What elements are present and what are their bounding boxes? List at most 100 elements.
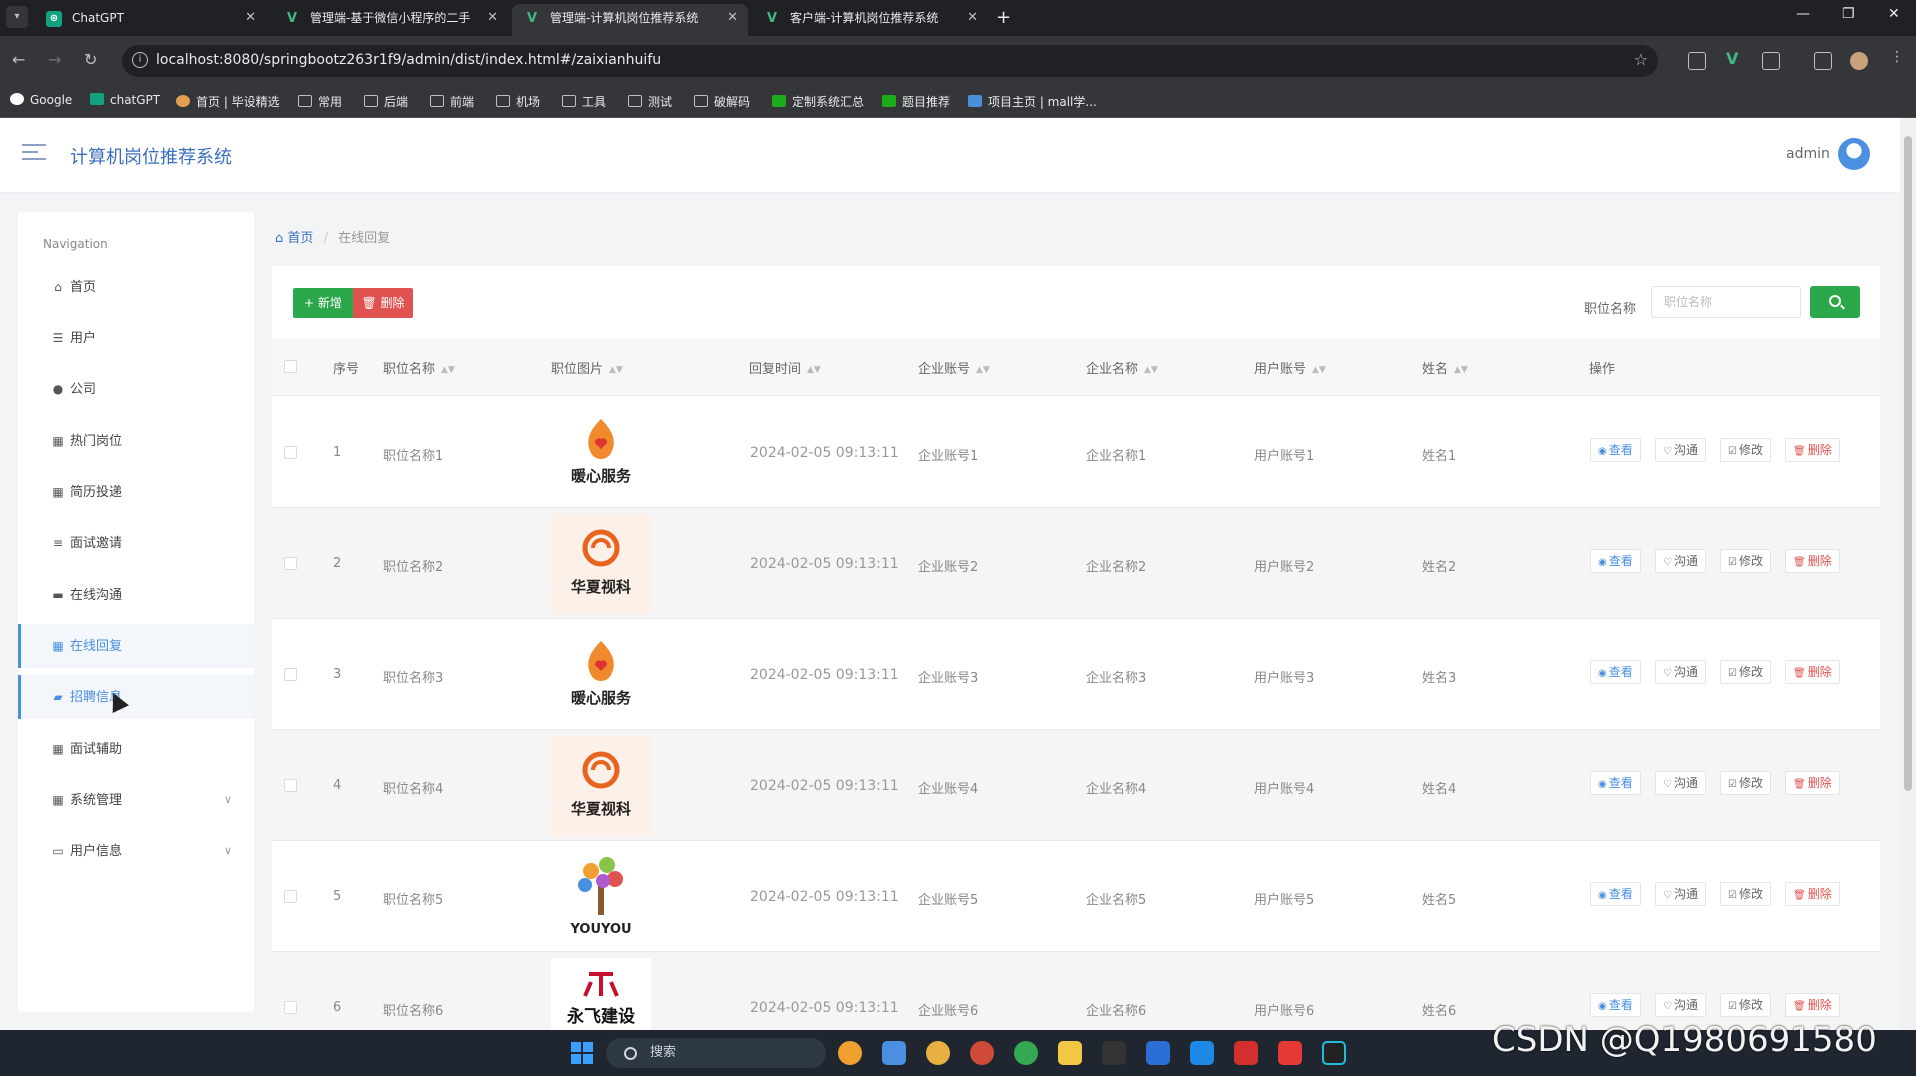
sidebar-item-home[interactable]: ⌂ 首页 [18,265,254,309]
sidebar-item-online-reply[interactable]: ▦ 在线回复 [18,624,254,668]
ide-icon[interactable] [1322,1041,1346,1065]
edit-button[interactable]: ☑ 修改 [1720,549,1771,573]
profile-avatar[interactable] [1850,52,1868,70]
column-header-company-account[interactable]: 企业账号 ▲▼ [918,358,990,377]
sort-icon[interactable]: ▲▼ [976,365,990,375]
column-header-company-name[interactable]: 企业名称 ▲▼ [1086,358,1158,377]
browser-tab-client-job[interactable]: V 客户端-计算机岗位推荐系统 ✕ [752,4,988,36]
new-tab-button[interactable]: + [996,4,1011,32]
sidebar-item-user-info[interactable]: ▭ 用户信息 ∨ [18,829,254,873]
sort-icon[interactable]: ▲▼ [1144,365,1158,375]
vue-devtools-icon[interactable]: V [1726,49,1744,68]
view-button[interactable]: ◉ 查看 [1590,993,1641,1017]
current-user-name[interactable]: admin [1786,146,1830,162]
bookmark-chatgpt[interactable]: chatGPT [90,93,160,107]
sort-icon[interactable]: ▲▼ [807,365,821,375]
view-button[interactable]: ◉ 查看 [1590,660,1641,684]
app-icon[interactable] [882,1041,906,1065]
sidebar-item-online-chat[interactable]: ▬ 在线沟通 [18,573,254,617]
chat-button[interactable]: ♡ 沟通 [1655,993,1706,1017]
bookmark-custom-systems[interactable]: 定制系统汇总 [772,93,864,110]
sort-icon[interactable]: ▲▼ [441,365,455,375]
row-checkbox[interactable] [284,668,297,681]
delete-button[interactable]: 🗑 删除 [1785,882,1840,906]
app-icon[interactable] [926,1041,950,1065]
sort-icon[interactable]: ▲▼ [609,365,623,375]
select-all-checkbox[interactable] [284,360,297,373]
batch-delete-button[interactable]: 🗑 删除 [353,288,413,318]
tab-search-icon[interactable]: ▾ [6,6,28,28]
row-checkbox[interactable] [284,446,297,459]
close-tab-icon[interactable]: ✕ [967,4,978,32]
column-header-name[interactable]: 姓名 ▲▼ [1422,358,1468,377]
edit-button[interactable]: ☑ 修改 [1720,882,1771,906]
search-input[interactable] [1651,286,1801,318]
view-button[interactable]: ◉ 查看 [1590,438,1641,462]
puzzle-extensions-icon[interactable] [1762,52,1780,70]
sidebar-item-resume[interactable]: ▦ 简历投递 [18,470,254,514]
site-info-icon[interactable]: i [132,52,148,68]
row-checkbox[interactable] [284,779,297,792]
browser-menu-icon[interactable]: ⋮ [1890,49,1908,67]
bookmark-folder-common[interactable]: 常用 [298,93,342,110]
column-header-user-account[interactable]: 用户账号 ▲▼ [1254,358,1326,377]
bookmark-google[interactable]: Google [10,93,72,107]
chat-button[interactable]: ♡ 沟通 [1655,882,1706,906]
menu-toggle-icon[interactable] [22,144,46,164]
search-button[interactable] [1810,286,1860,318]
view-button[interactable]: ◉ 查看 [1590,549,1641,573]
app-icon[interactable] [838,1041,862,1065]
edit-button[interactable]: ☑ 修改 [1720,993,1771,1017]
close-window-button[interactable]: ✕ [1888,6,1900,22]
column-header-job[interactable]: 职位名称 ▲▼ [383,358,455,377]
minimize-button[interactable]: — [1796,6,1810,22]
bookmark-folder-airport[interactable]: 机场 [496,93,540,110]
qq-icon[interactable] [1102,1041,1126,1065]
bookmark-mall[interactable]: 项目主页 | mall学... [968,93,1097,110]
chat-button[interactable]: ♡ 沟通 [1655,438,1706,462]
bookmark-folder-tools[interactable]: 工具 [562,93,606,110]
browser-tab-admin-job[interactable]: V 管理端-计算机岗位推荐系统 ✕ [512,4,748,36]
column-header-time[interactable]: 回复时间 ▲▼ [749,358,821,377]
browser-tab-chatgpt[interactable]: ⊛ ChatGPT ✕ [34,4,266,36]
forward-icon[interactable]: → [48,50,61,69]
delete-button[interactable]: 🗑 删除 [1785,438,1840,462]
row-checkbox[interactable] [284,557,297,570]
chat-button[interactable]: ♡ 沟通 [1655,549,1706,573]
url-text[interactable]: localhost:8080/springbootz263r1f9/admin/… [156,52,661,68]
scrollbar-thumb[interactable] [1904,136,1912,791]
user-avatar[interactable] [1838,138,1870,170]
file-explorer-icon[interactable] [1058,1041,1082,1065]
app-icon[interactable] [1190,1041,1214,1065]
back-icon[interactable]: ← [12,50,25,69]
delete-button[interactable]: 🗑 删除 [1785,771,1840,795]
reload-icon[interactable]: ↻ [84,50,97,69]
chrome-icon[interactable] [1014,1041,1038,1065]
sidebar-item-hot-jobs[interactable]: ▦ 热门岗位 [18,419,254,463]
bookmark-star-icon[interactable]: ☆ [1634,50,1648,69]
close-tab-icon[interactable]: ✕ [727,4,738,32]
sort-icon[interactable]: ▲▼ [1312,365,1326,375]
bookmark-folder-backend[interactable]: 后端 [364,93,408,110]
sidebar-item-recruitment[interactable]: ▰ 招聘信息 [18,675,254,719]
column-header-image[interactable]: 职位图片 ▲▼ [551,358,623,377]
youdao-icon[interactable] [1278,1041,1302,1065]
sidebar-item-interview-help[interactable]: ▦ 面试辅助 [18,727,254,771]
extension-icon[interactable] [1688,52,1706,70]
delete-button[interactable]: 🗑 删除 [1785,993,1840,1017]
app-icon[interactable] [1146,1041,1170,1065]
bookmark-folder-test[interactable]: 测试 [628,93,672,110]
breadcrumb-home[interactable]: 首页 [287,231,313,246]
edit-button[interactable]: ☑ 修改 [1720,660,1771,684]
view-button[interactable]: ◉ 查看 [1590,882,1641,906]
chat-button[interactable]: ♡ 沟通 [1655,660,1706,684]
sidebar-item-company[interactable]: ● 公司 [18,367,254,411]
app-icon[interactable] [970,1041,994,1065]
bookmark-topics[interactable]: 题目推荐 [882,93,950,110]
edit-button[interactable]: ☑ 修改 [1720,438,1771,462]
close-tab-icon[interactable]: ✕ [487,4,498,32]
address-bar[interactable]: i localhost:8080/springbootz263r1f9/admi… [122,45,1658,77]
wps-icon[interactable] [1234,1041,1258,1065]
bookmark-folder-crack[interactable]: 破解码 [694,93,750,110]
restore-button[interactable]: ❐ [1842,6,1855,22]
